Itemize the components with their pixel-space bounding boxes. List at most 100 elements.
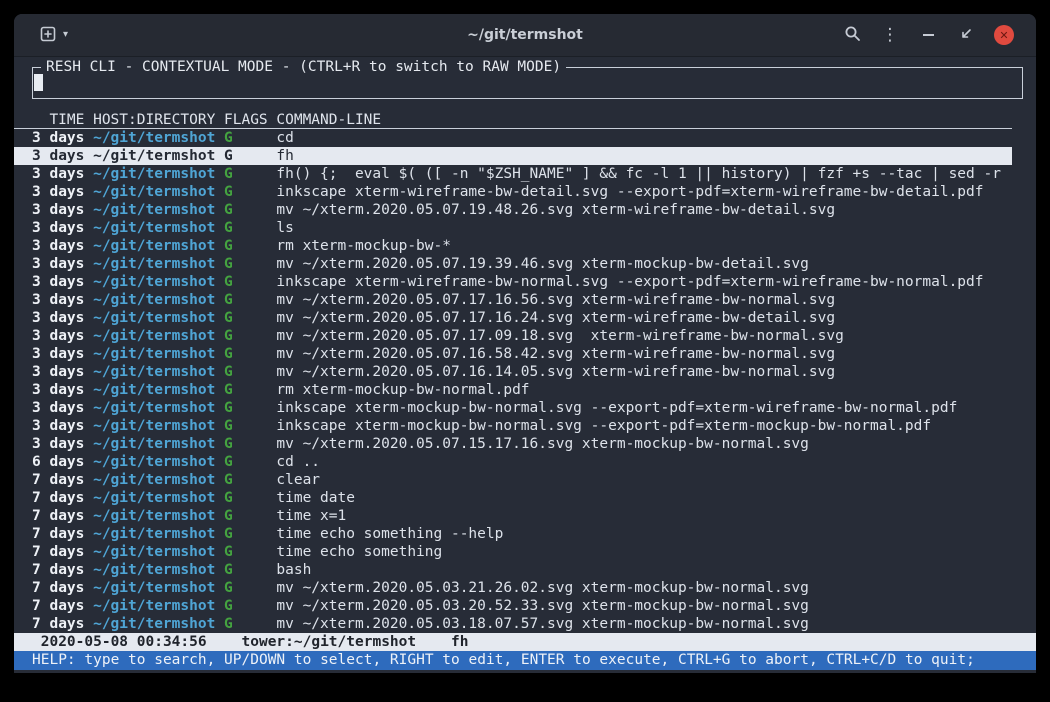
row-host: ~/git/termshot — [93, 381, 215, 399]
row-time: 7 days — [32, 615, 84, 633]
row-time: 3 days — [32, 165, 84, 183]
row-command: mv ~/xterm.2020.05.07.17.16.56.svg xterm… — [276, 291, 835, 309]
row-command: inkscape xterm-wireframe-bw-detail.svg -… — [276, 183, 983, 201]
history-row[interactable]: 7 days ~/git/termshot G mv ~/xterm.2020.… — [14, 579, 1012, 597]
row-host: ~/git/termshot — [93, 363, 215, 381]
row-flags: G — [224, 597, 268, 615]
history-row[interactable]: 3 days ~/git/termshot G mv ~/xterm.2020.… — [14, 363, 1012, 381]
history-row[interactable]: 3 days ~/git/termshot G mv ~/xterm.2020.… — [14, 291, 1012, 309]
titlebar-left-group: ▾ — [14, 26, 68, 45]
row-command: fh() {; eval $( ([ -n "$ZSH_NAME" ] && f… — [276, 165, 1001, 183]
history-row[interactable]: 3 days ~/git/termshot G mv ~/xterm.2020.… — [14, 201, 1012, 219]
history-row[interactable]: 3 days ~/git/termshot G inkscape xterm-m… — [14, 399, 1012, 417]
history-row[interactable]: 7 days ~/git/termshot G mv ~/xterm.2020.… — [14, 597, 1012, 615]
row-command: inkscape xterm-mockup-bw-normal.svg --ex… — [276, 417, 931, 435]
row-time: 7 days — [32, 543, 84, 561]
resh-search-box[interactable]: RESH CLI - CONTEXTUAL MODE - (CTRL+R to … — [32, 67, 1023, 99]
row-time: 7 days — [32, 597, 84, 615]
row-host: ~/git/termshot — [93, 255, 215, 273]
row-command: clear — [276, 471, 320, 489]
row-command: rm xterm-mockup-bw-normal.pdf — [276, 381, 529, 399]
history-row[interactable]: 3 days ~/git/termshot G mv ~/xterm.2020.… — [14, 435, 1012, 453]
row-host: ~/git/termshot — [93, 165, 215, 183]
row-host: ~/git/termshot — [93, 237, 215, 255]
row-flags: G — [224, 183, 268, 201]
history-row[interactable]: 3 days ~/git/termshot G fh — [14, 147, 1012, 165]
row-time: 3 days — [32, 201, 84, 219]
history-row[interactable]: 7 days ~/git/termshot G time date — [14, 489, 1012, 507]
row-time: 7 days — [32, 579, 84, 597]
history-row[interactable]: 6 days ~/git/termshot G cd .. — [14, 453, 1012, 471]
row-time: 3 days — [32, 237, 84, 255]
row-command: ls — [276, 219, 293, 237]
row-host: ~/git/termshot — [93, 309, 215, 327]
row-flags: G — [224, 507, 268, 525]
row-time: 3 days — [32, 273, 84, 291]
history-row[interactable]: 3 days ~/git/termshot G inkscape xterm-m… — [14, 417, 1012, 435]
history-row[interactable]: 7 days ~/git/termshot G time echo someth… — [14, 543, 1012, 561]
history-row[interactable]: 3 days ~/git/termshot G inkscape xterm-w… — [14, 273, 1012, 291]
history-row[interactable]: 3 days ~/git/termshot G cd — [14, 129, 1012, 147]
row-host: ~/git/termshot — [93, 399, 215, 417]
row-command: mv ~/xterm.2020.05.07.19.39.46.svg xterm… — [276, 255, 809, 273]
row-host: ~/git/termshot — [93, 147, 215, 165]
terminal-window: ▾ ~/git/termshot ⋮ — [14, 14, 1036, 673]
titlebar[interactable]: ▾ ~/git/termshot ⋮ — [14, 14, 1036, 57]
minimize-button[interactable] — [918, 25, 938, 45]
terminal-content[interactable]: RESH CLI - CONTEXTUAL MODE - (CTRL+R to … — [14, 57, 1036, 673]
history-row[interactable]: 3 days ~/git/termshot G mv ~/xterm.2020.… — [14, 309, 1012, 327]
row-flags: G — [224, 561, 268, 579]
row-command: mv ~/xterm.2020.05.07.15.17.16.svg xterm… — [276, 435, 809, 453]
history-row[interactable]: 3 days ~/git/termshot G inkscape xterm-w… — [14, 183, 1012, 201]
history-header: TIME HOST:DIRECTORY FLAGS COMMAND-LINE — [14, 111, 1012, 129]
history-row[interactable]: 7 days ~/git/termshot G time echo someth… — [14, 525, 1012, 543]
row-command: mv ~/xterm.2020.05.07.16.58.42.svg xterm… — [276, 345, 835, 363]
history-row[interactable]: 3 days ~/git/termshot G rm xterm-mockup-… — [14, 237, 1012, 255]
row-time: 3 days — [32, 417, 84, 435]
row-time: 3 days — [32, 345, 84, 363]
row-flags: G — [224, 471, 268, 489]
row-time: 6 days — [32, 453, 84, 471]
row-host: ~/git/termshot — [93, 129, 215, 147]
row-command: cd .. — [276, 453, 320, 471]
row-time: 3 days — [32, 363, 84, 381]
row-command: time x=1 — [276, 507, 346, 525]
kebab-menu-icon: ⋮ — [882, 27, 899, 44]
history-row[interactable]: 3 days ~/git/termshot G rm xterm-mockup-… — [14, 381, 1012, 399]
row-host: ~/git/termshot — [93, 345, 215, 363]
row-flags: G — [224, 489, 268, 507]
close-button[interactable]: ✕ — [994, 25, 1014, 45]
history-row[interactable]: 3 days ~/git/termshot G ls — [14, 219, 1012, 237]
history-row[interactable]: 3 days ~/git/termshot G mv ~/xterm.2020.… — [14, 327, 1012, 345]
row-flags: G — [224, 417, 268, 435]
row-host: ~/git/termshot — [93, 453, 215, 471]
new-tab-button[interactable]: ▾ — [40, 26, 68, 45]
history-row[interactable]: 7 days ~/git/termshot G time x=1 — [14, 507, 1012, 525]
menu-button[interactable]: ⋮ — [880, 25, 900, 45]
search-icon — [844, 25, 861, 45]
row-host: ~/git/termshot — [93, 219, 215, 237]
row-command: mv ~/xterm.2020.05.03.18.07.57.svg xterm… — [276, 615, 809, 633]
restore-button[interactable] — [956, 25, 976, 45]
history-row[interactable]: 7 days ~/git/termshot G mv ~/xterm.2020.… — [14, 615, 1012, 633]
search-button[interactable] — [842, 25, 862, 45]
row-command: mv ~/xterm.2020.05.07.17.16.24.svg xterm… — [276, 309, 835, 327]
row-time: 7 days — [32, 471, 84, 489]
history-row[interactable]: 3 days ~/git/termshot G mv ~/xterm.2020.… — [14, 345, 1012, 363]
history-row[interactable]: 7 days ~/git/termshot G clear — [14, 471, 1012, 489]
history-row[interactable]: 3 days ~/git/termshot G fh() {; eval $( … — [14, 165, 1012, 183]
row-time: 3 days — [32, 381, 84, 399]
row-flags: G — [224, 543, 268, 561]
header-host-directory: HOST:DIRECTORY — [93, 111, 215, 128]
history-row[interactable]: 7 days ~/git/termshot G bash — [14, 561, 1012, 579]
row-host: ~/git/termshot — [93, 561, 215, 579]
row-host: ~/git/termshot — [93, 291, 215, 309]
row-host: ~/git/termshot — [93, 183, 215, 201]
screen: ▾ ~/git/termshot ⋮ — [0, 0, 1050, 702]
row-host: ~/git/termshot — [93, 507, 215, 525]
titlebar-right-group: ⋮ ✕ — [842, 25, 1036, 45]
row-host: ~/git/termshot — [93, 579, 215, 597]
row-flags: G — [224, 435, 268, 453]
history-row[interactable]: 3 days ~/git/termshot G mv ~/xterm.2020.… — [14, 255, 1012, 273]
row-host: ~/git/termshot — [93, 471, 215, 489]
